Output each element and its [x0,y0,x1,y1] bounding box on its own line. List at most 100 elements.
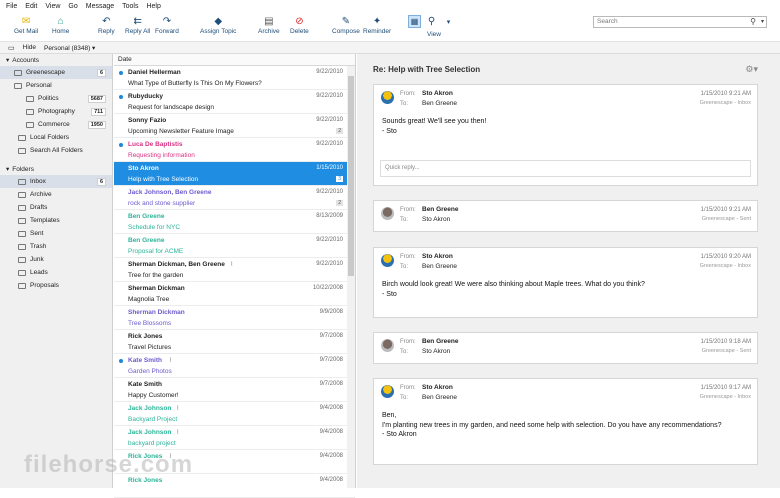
attachment-icon[interactable]: ⚲ [425,15,438,28]
message-card[interactable]: From: Sto Akron To: Ben Greene 1/15/2010 9:2… [373,84,758,186]
sidebar-item-trash[interactable]: Trash [0,240,112,253]
message-card[interactable]: From: Sto Akron To: Ben Greene 1/15/2010 9:2… [373,247,758,318]
message-row[interactable]: Sherman Dickman Tree Blossoms 9/9/2008 [114,306,355,330]
from-value[interactable]: Ben Greene [422,338,459,345]
to-label: To: [400,217,409,223]
message-subject: Upcoming Newsletter Feature Image [128,128,234,135]
sidebar-item-commerce[interactable]: Commerce 1950 [0,118,112,131]
menu-file[interactable]: File [6,3,17,10]
archive-icon [18,191,26,198]
sidebar-item-templates[interactable]: Templates [0,214,112,227]
message-row[interactable]: Sonny Fazio Upcoming Newsletter Feature I… [114,114,355,138]
delete-icon: ⊘ [295,16,304,27]
sidebar-item-search-all[interactable]: Search All Folders [0,144,112,157]
sidebar-item-photography[interactable]: Photography 711 [0,105,112,118]
message-row[interactable]: Luca De Baptistis Requesting information 9… [114,138,355,162]
envelope-icon: ✉ [21,16,31,27]
sidebar-item-personal[interactable]: Personal [0,79,112,92]
view-layout-buttons: ▦ ⚲ ▾ [408,15,455,28]
sort-by-date-header[interactable]: Date [114,54,355,66]
message-row[interactable]: Sherman Dickman, Ben Greene ⌇ Tree for the… [114,258,355,282]
accounts-header[interactable]: ▾ Accounts [0,54,112,66]
sidebar-item-label: Sent [30,230,44,237]
quick-reply-input[interactable]: Quick reply... [380,160,751,177]
sidebar-item-sent[interactable]: Sent [0,227,112,240]
delete-button[interactable]: ⊘ Delete [290,15,309,35]
from-value[interactable]: Sto Akron [422,253,453,260]
menu-view[interactable]: View [45,3,60,10]
reply-button[interactable]: ↶ Reply [98,15,115,35]
search-input[interactable]: Search ⚲ ▾ [593,16,767,28]
sidebar-item-leads[interactable]: Leads [0,266,112,279]
message-row[interactable]: Kate Smith ⌇ Garden Photos 9/7/2008 [114,354,355,378]
to-value[interactable]: Sto Akron [422,348,450,355]
sidebar-item-inbox[interactable]: Inbox 6 [0,175,112,188]
sidebar-item-proposals[interactable]: Proposals [0,279,112,292]
hide-button[interactable]: Hide [23,44,36,51]
to-value[interactable]: Ben Greene [422,100,457,107]
sidebar-item-label: Search All Folders [30,147,83,154]
sidebar-item-label: Proposals [30,282,59,289]
message-row[interactable]: Daniel Hellerman What Type of Butterfly I… [114,66,355,90]
sidebar-item-junk[interactable]: Junk [0,253,112,266]
from-value[interactable]: Ben Greene [422,206,459,213]
chevron-down-icon[interactable]: ▾ [442,15,455,28]
message-timestamp: 1/15/2010 9:21 AM [700,91,751,97]
sort-header-label: Date [118,56,132,63]
layout-icon[interactable]: ▦ [408,15,421,28]
from-value[interactable]: Sto Akron [422,90,453,97]
message-row[interactable]: Jack Johnson, Ben Greene rock and stone s… [114,186,355,210]
reply-all-button[interactable]: ⇇ Reply All [125,15,150,35]
sidebar-item-greenescape[interactable]: Greenescape 6 [0,66,112,79]
accounts-header-label: Accounts [12,56,40,64]
compose-button[interactable]: ✎ Compose [332,15,360,35]
menu-tools[interactable]: Tools [122,3,138,10]
message-date: 9/22/2010 [316,93,343,99]
search-icon[interactable]: ⚲ [750,17,756,27]
get-mail-button[interactable]: ✉ Get Mail [14,15,38,35]
message-subject: backyard project [128,440,176,447]
message-row[interactable]: Jack Johnson ⌇ backyard project 9/4/2008 [114,426,355,450]
message-row[interactable]: Sto Akron Help with Tree Selection 1/15/20… [114,162,355,186]
account-selector[interactable]: Personal (8348) ▾ [44,44,95,52]
message-body: Sounds great! We'll see you then! - Sto [382,117,486,136]
reminder-button[interactable]: ✦ Reminder [363,15,391,35]
message-row[interactable]: Ben Greene Schedule for NYC 8/13/2009 [114,210,355,234]
message-sender: Sonny Fazio [128,117,167,124]
assign-topic-button[interactable]: ◆ Assign Topic [200,15,236,35]
menu-edit[interactable]: Edit [25,3,37,10]
folders-header[interactable]: ▾ Folders [0,163,112,175]
folder-icon [26,121,34,128]
menu-message[interactable]: Message [86,3,114,10]
message-row[interactable]: Jack Johnson ⌇ Backyard Project 9/4/2008 [114,402,355,426]
to-value[interactable]: Ben Greene [422,394,457,401]
message-row[interactable]: Ben Greene Proposal for ACME 9/22/2010 [114,234,355,258]
message-card[interactable]: From: Ben Greene To: Sto Akron 1/15/2010 9:2… [373,200,758,232]
message-card[interactable]: From: Ben Greene To: Sto Akron 1/15/2010 9:1… [373,332,758,364]
message-row[interactable]: Rubyducky Request for landscape design 9/2… [114,90,355,114]
message-row[interactable]: Sherman Dickman Magnolia Tree 10/22/2008 [114,282,355,306]
home-button[interactable]: ⌂ Home [52,15,69,35]
message-card[interactable]: From: Sto Akron To: Ben Greene 1/15/2010 9:1… [373,378,758,465]
hide-toggle-icon[interactable]: ▭ [8,44,15,52]
forward-button[interactable]: ↷ Forward [155,15,179,35]
sidebar-item-politics[interactable]: Politics 5687 [0,92,112,105]
scrollbar-thumb[interactable] [348,76,354,276]
search-dropdown-icon[interactable]: ▾ [761,17,764,27]
gear-icon[interactable]: ⚙▾ [745,64,758,75]
from-value[interactable]: Sto Akron [422,384,453,391]
menu-go[interactable]: Go [68,3,77,10]
sidebar-item-local-folders[interactable]: Local Folders [0,131,112,144]
from-label: From: [400,91,416,97]
message-date: 9/22/2010 [316,141,343,147]
archive-button[interactable]: ▤ Archive [258,15,280,35]
to-value[interactable]: Ben Greene [422,263,457,270]
message-list-scrollbar[interactable] [347,66,355,488]
to-label: To: [400,395,409,401]
sidebar-item-drafts[interactable]: Drafts [0,201,112,214]
message-row[interactable]: Kate Smith Happy Customer! 9/7/2008 [114,378,355,402]
message-row[interactable]: Rick Jones Travel Pictures 9/7/2008 [114,330,355,354]
to-value[interactable]: Sto Akron [422,216,450,223]
sidebar-item-archive[interactable]: Archive [0,188,112,201]
menu-help[interactable]: Help [146,3,160,10]
